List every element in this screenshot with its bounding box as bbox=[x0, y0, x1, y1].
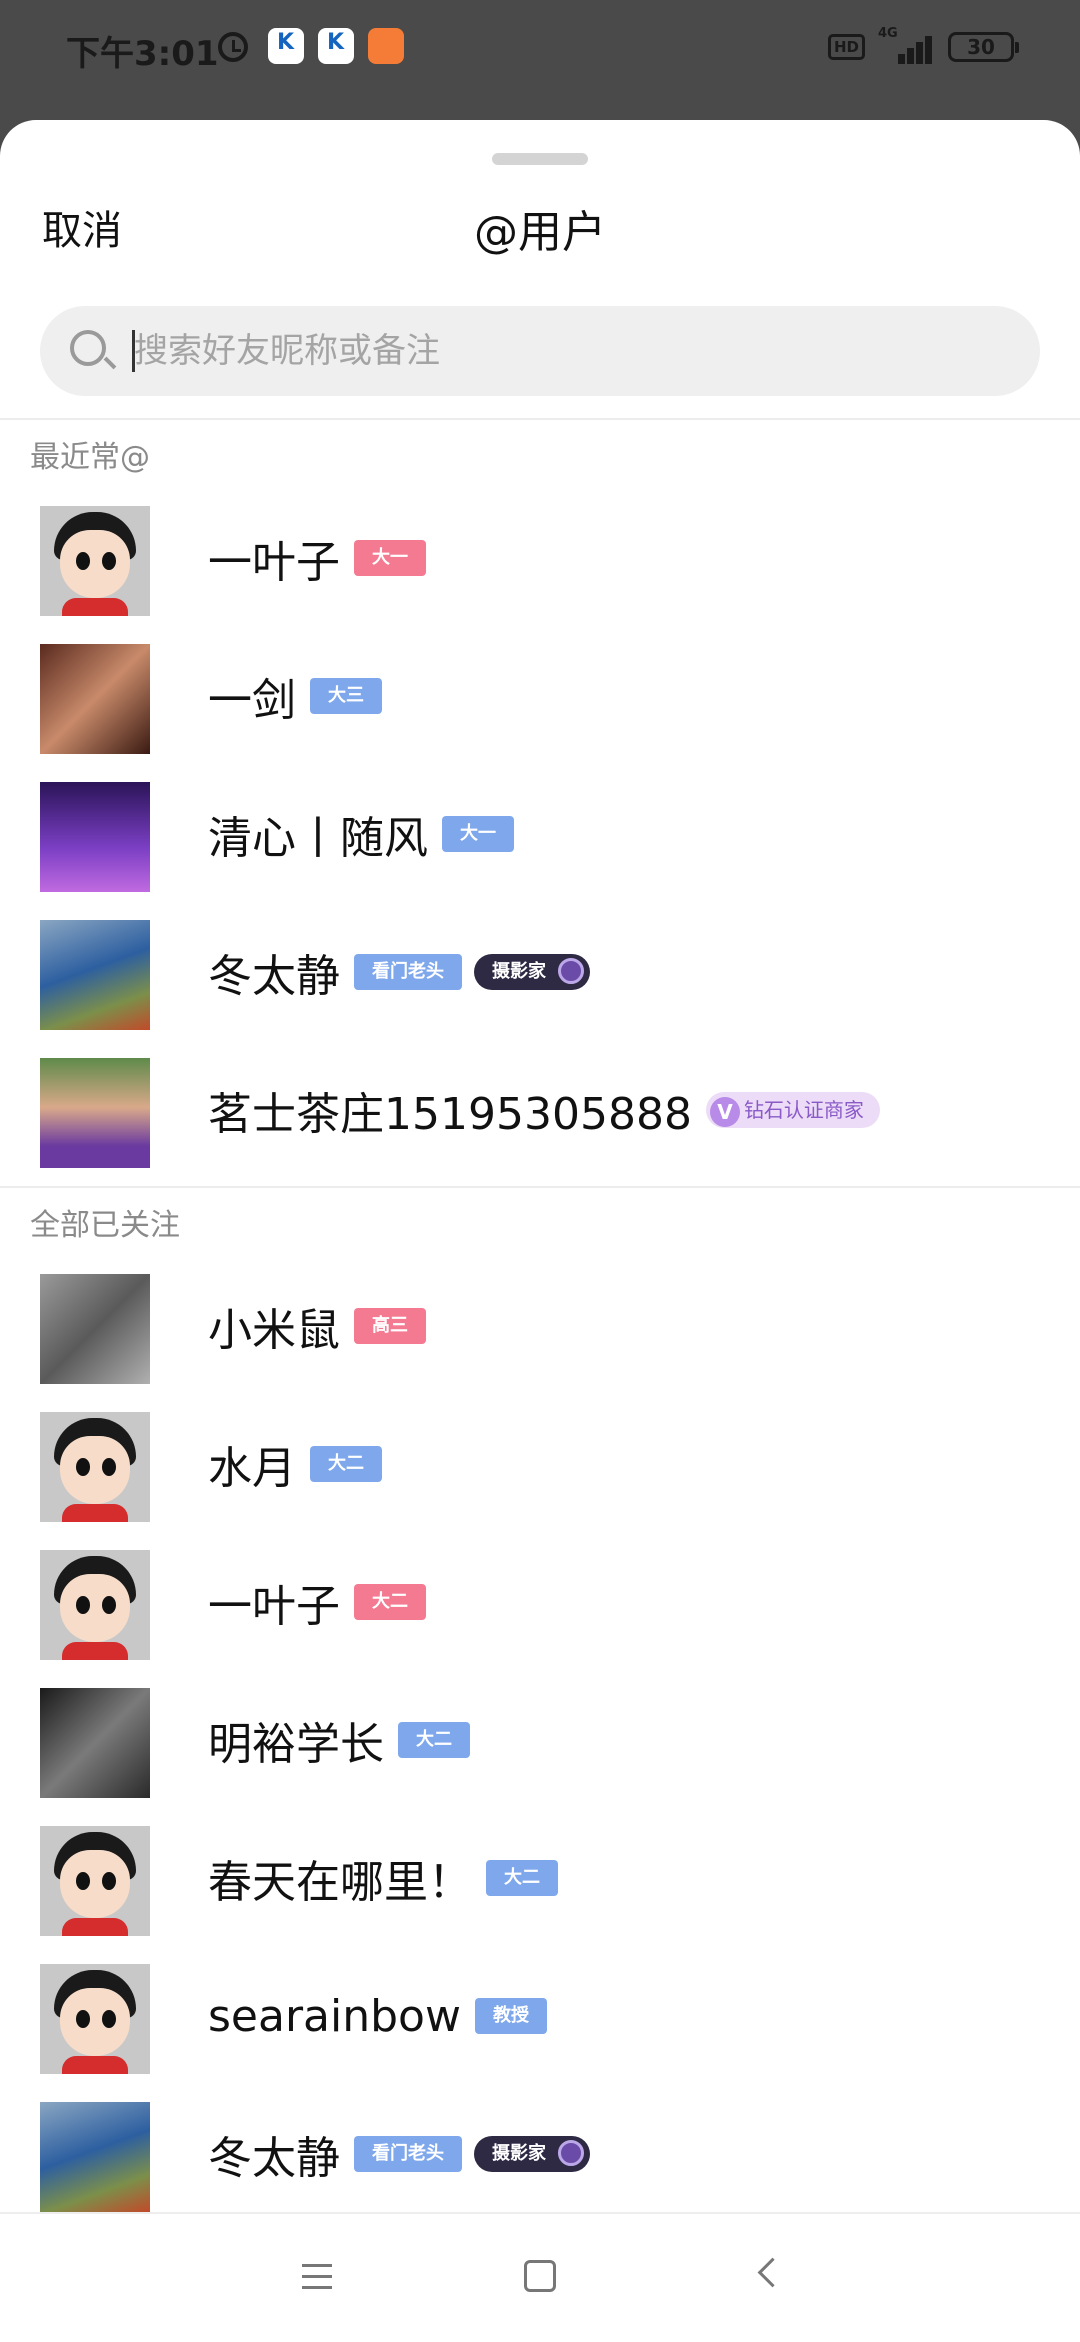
divider bbox=[0, 1186, 1080, 1188]
user-badge: 大二 bbox=[486, 1860, 558, 1896]
avatar bbox=[40, 1550, 150, 1660]
user-badge: 大二 bbox=[398, 1722, 470, 1758]
signal-icon bbox=[876, 28, 936, 64]
user-info: 小米鼠 高三 bbox=[208, 1296, 438, 1356]
user-row[interactable]: 春天在哪里！ 大二 bbox=[0, 1808, 1080, 1946]
avatar bbox=[40, 1688, 150, 1798]
user-name: 小米鼠 bbox=[208, 1305, 340, 1356]
page-title: @用户 bbox=[474, 207, 606, 258]
user-name: 明裕学长 bbox=[208, 1719, 384, 1770]
user-row[interactable]: 冬太静 看门老头 摄影家 bbox=[0, 2084, 1080, 2222]
user-info: 一剑 大三 bbox=[208, 666, 394, 726]
app-notification-icon bbox=[268, 28, 304, 64]
user-info: 一叶子 大二 bbox=[208, 1572, 438, 1632]
search-input[interactable] bbox=[134, 306, 1014, 396]
user-name: searainbow bbox=[208, 1990, 461, 2042]
user-info: 春天在哪里！ 大二 bbox=[208, 1848, 570, 1908]
search-bar[interactable] bbox=[40, 306, 1040, 396]
user-row[interactable]: 一叶子 大一 bbox=[0, 488, 1080, 626]
user-badge: 看门老头 bbox=[354, 2136, 462, 2172]
user-info: 水月 大二 bbox=[208, 1434, 394, 1494]
avatar bbox=[40, 1058, 150, 1168]
user-row[interactable]: 冬太静 看门老头 摄影家 bbox=[0, 902, 1080, 1040]
user-row[interactable]: 清心丨随风 大一 bbox=[0, 764, 1080, 902]
avatar bbox=[40, 506, 150, 616]
alarm-icon bbox=[218, 32, 248, 62]
mention-user-sheet: 取消 @用户 最近常@一叶子大一一剑大三清心丨随风大一冬太静看门老头摄影家茗士茶… bbox=[0, 120, 1080, 2340]
user-badge: 大一 bbox=[442, 816, 514, 852]
user-info: 明裕学长 大二 bbox=[208, 1710, 482, 1770]
user-name: 茗士茶庄15195305888 bbox=[208, 1089, 692, 1140]
user-name: 冬太静 bbox=[208, 951, 340, 1002]
user-row[interactable]: 茗士茶庄15195305888 V 钻石认证商家 bbox=[0, 1040, 1080, 1178]
avatar bbox=[40, 644, 150, 754]
photographer-badge: 摄影家 bbox=[474, 954, 590, 990]
user-row[interactable]: 水月 大二 bbox=[0, 1394, 1080, 1532]
user-info: 一叶子 大一 bbox=[208, 528, 438, 588]
battery-icon: 30 bbox=[948, 32, 1019, 62]
menu-icon[interactable] bbox=[302, 2264, 332, 2290]
user-name: 一剑 bbox=[208, 675, 296, 726]
user-badge: 看门老头 bbox=[354, 954, 462, 990]
divider bbox=[0, 418, 1080, 420]
user-row[interactable]: 明裕学长 大二 bbox=[0, 1670, 1080, 1808]
user-info: 清心丨随风 大一 bbox=[208, 804, 526, 864]
app-notification-icon bbox=[318, 28, 354, 64]
status-time: 下午3:01 bbox=[66, 34, 219, 74]
user-badge: 教授 bbox=[474, 1998, 547, 2034]
user-info: searainbow 教授 bbox=[208, 1986, 559, 2046]
avatar bbox=[40, 1274, 150, 1384]
app-notification-icon bbox=[368, 28, 404, 64]
navigation-bar bbox=[0, 2212, 1080, 2342]
user-row[interactable]: 一叶子 大二 bbox=[0, 1532, 1080, 1670]
avatar bbox=[40, 920, 150, 1030]
status-bar: 下午3:01 HD 4G 30 bbox=[0, 0, 1080, 100]
user-row[interactable]: 小米鼠 高三 bbox=[0, 1256, 1080, 1394]
user-name: 冬太静 bbox=[208, 2133, 340, 2184]
user-info: 茗士茶庄15195305888 V 钻石认证商家 bbox=[208, 1080, 892, 1140]
avatar bbox=[40, 1826, 150, 1936]
user-name: 一叶子 bbox=[208, 537, 340, 588]
user-info: 冬太静 看门老头 摄影家 bbox=[208, 942, 602, 1002]
search-icon bbox=[70, 330, 106, 366]
user-badge: 大二 bbox=[354, 1584, 426, 1620]
section-label: 最近常@ bbox=[30, 440, 150, 475]
avatar bbox=[40, 2102, 150, 2212]
photographer-badge: 摄影家 bbox=[474, 2136, 590, 2172]
badge-label: 钻石认证商家 bbox=[743, 1098, 864, 1122]
user-row[interactable]: searainbow 教授 bbox=[0, 1946, 1080, 2084]
user-name: 水月 bbox=[208, 1443, 296, 1494]
user-name: 清心丨随风 bbox=[208, 813, 428, 864]
home-icon[interactable] bbox=[524, 2260, 556, 2292]
user-row[interactable]: 一剑 大三 bbox=[0, 626, 1080, 764]
user-badge: 高三 bbox=[354, 1308, 426, 1344]
user-name: 春天在哪里！ bbox=[208, 1857, 472, 1908]
verified-icon: V bbox=[709, 1096, 740, 1127]
user-name: 一叶子 bbox=[208, 1581, 340, 1632]
user-badge: 大一 bbox=[354, 540, 426, 576]
avatar bbox=[40, 1964, 150, 2074]
avatar bbox=[40, 782, 150, 892]
avatar bbox=[40, 1412, 150, 1522]
user-info: 冬太静 看门老头 摄影家 bbox=[208, 2124, 602, 2184]
user-badge: 大三 bbox=[310, 678, 382, 714]
user-badge: V 钻石认证商家 bbox=[705, 1092, 880, 1128]
back-icon[interactable] bbox=[757, 2257, 788, 2288]
user-badge: 大二 bbox=[310, 1446, 382, 1482]
drag-handle[interactable] bbox=[492, 153, 588, 165]
hd-icon: HD bbox=[828, 34, 866, 60]
section-label: 全部已关注 bbox=[30, 1208, 180, 1243]
